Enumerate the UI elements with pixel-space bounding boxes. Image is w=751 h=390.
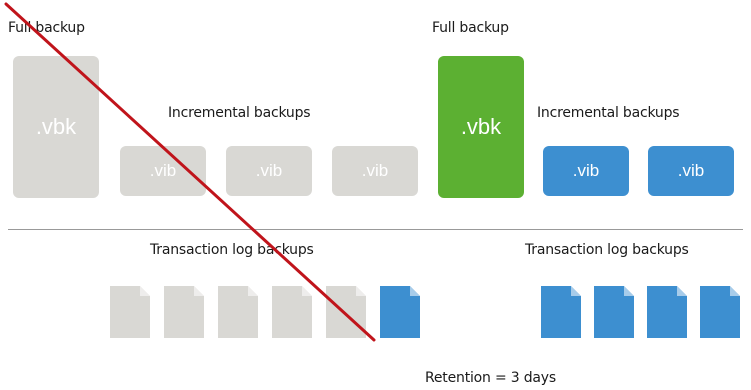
old-log-file-icon	[326, 286, 366, 338]
new-log-file-icon	[700, 286, 740, 338]
new-full-backup-vbk: .vbk	[438, 56, 524, 198]
old-log-backups-label: Transaction log backups	[150, 242, 314, 258]
new-incremental-label: Incremental backups	[537, 105, 680, 121]
new-full-backup-label: Full backup	[432, 20, 509, 36]
old-incremental-ext-1: .vib	[149, 161, 177, 180]
old-incremental-vib-3: .vib	[332, 146, 418, 196]
new-incremental-vib-2: .vib	[648, 146, 734, 196]
old-incremental-ext-2: .vib	[255, 161, 283, 180]
old-incremental-ext-3: .vib	[361, 161, 389, 180]
new-incremental-ext-2: .vib	[677, 161, 705, 180]
retention-label: Retention = 3 days	[425, 370, 556, 386]
old-incremental-vib-1: .vib	[120, 146, 206, 196]
new-log-backups-label: Transaction log backups	[525, 242, 689, 258]
new-incremental-vib-1: .vib	[543, 146, 629, 196]
old-log-file-icon	[272, 286, 312, 338]
old-incremental-vib-2: .vib	[226, 146, 312, 196]
new-incremental-ext-1: .vib	[572, 161, 600, 180]
old-incremental-label: Incremental backups	[168, 105, 311, 121]
old-log-file-icon	[164, 286, 204, 338]
new-log-file-icon	[647, 286, 687, 338]
new-full-backup-ext: .vbk	[460, 114, 502, 139]
old-log-file-icon	[218, 286, 258, 338]
old-full-backup-ext: .vbk	[35, 114, 77, 139]
old-log-file-icon	[380, 286, 420, 338]
old-log-file-icon	[110, 286, 150, 338]
old-full-backup-label: Full backup	[8, 20, 85, 36]
divider-line	[8, 229, 743, 230]
old-full-backup-vbk: .vbk	[13, 56, 99, 198]
new-log-file-icon	[541, 286, 581, 338]
new-log-file-icon	[594, 286, 634, 338]
